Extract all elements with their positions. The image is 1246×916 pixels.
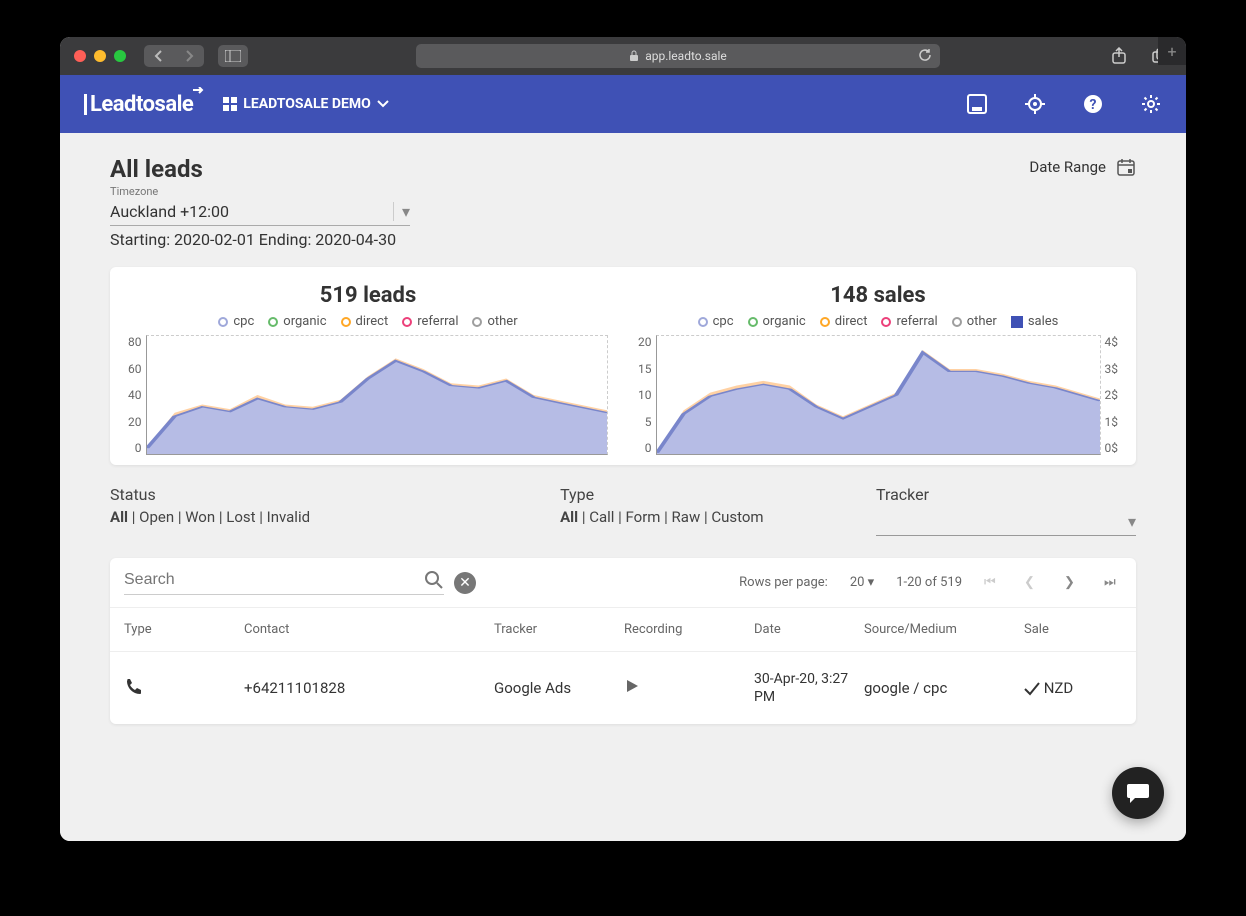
reload-icon[interactable] [918, 48, 932, 65]
nav-buttons [144, 45, 204, 67]
account-selector[interactable]: LEADTOSALE DEMO [223, 96, 388, 112]
legend-item-referral[interactable]: referral [881, 314, 937, 329]
url-text: app.leadto.sale [645, 49, 727, 63]
timezone-label: Timezone [110, 185, 1136, 198]
play-icon[interactable] [624, 678, 640, 694]
sales-legend: cpc organic direct referral other sales [638, 314, 1118, 329]
timezone-select[interactable]: Auckland +12:00 ▾ [110, 198, 410, 226]
sidebar-toggle[interactable] [218, 45, 248, 67]
prev-page-button[interactable]: ❮ [1024, 575, 1042, 590]
maximize-window[interactable] [114, 50, 126, 62]
header-actions: ? [966, 93, 1162, 115]
page-info: 1-20 of 519 [896, 575, 962, 590]
svg-text:?: ? [1090, 97, 1097, 113]
new-tab-button[interactable]: + [1158, 37, 1186, 65]
filters-row: Status All | Open | Won | Lost | Invalid… [110, 485, 1136, 536]
table-row[interactable]: +64211101828 Google Ads 30-Apr-20, 3:27 … [110, 652, 1136, 724]
table-toolbar: ✕ Rows per page: 20 ▾ 1-20 of 519 ⏮ ❮ ❯ … [110, 558, 1136, 607]
chat-launcher[interactable] [1112, 767, 1164, 819]
app-viewport: Leadtosale LEADTOSALE DEMO ? [60, 75, 1186, 841]
legend-item-cpc[interactable]: cpc [698, 314, 734, 329]
tracker-filter: Tracker ▾ [876, 485, 1136, 536]
share-icon[interactable] [1108, 45, 1130, 67]
target-icon[interactable] [1024, 93, 1046, 115]
chat-icon [1125, 780, 1151, 806]
table-header: Type Contact Tracker Recording Date Sour… [110, 607, 1136, 652]
chevron-down-icon [377, 100, 389, 108]
legend-item-direct[interactable]: direct [341, 314, 389, 329]
leads-table: ✕ Rows per page: 20 ▾ 1-20 of 519 ⏮ ❮ ❯ … [110, 558, 1136, 724]
date-range-summary: Starting: 2020-02-01 Ending: 2020-04-30 [110, 230, 1136, 249]
charts-card: 519 leads cpcorganicdirectreferralother … [110, 267, 1136, 465]
gear-icon[interactable] [1140, 93, 1162, 115]
sales-chart: 148 sales cpcorganicdirectreferralothers… [638, 283, 1118, 455]
search-wrap [124, 570, 444, 595]
address-bar[interactable]: app.leadto.sale [416, 44, 940, 68]
last-page-button[interactable]: ⏭ [1104, 575, 1122, 590]
forward-button[interactable] [174, 45, 204, 67]
calendar-icon [1116, 157, 1136, 177]
legend-item-sales[interactable]: sales [1011, 314, 1059, 329]
browser-window: app.leadto.sale + Leadtosale LEADTOSALE … [60, 37, 1186, 841]
grid-icon [223, 97, 237, 111]
legend-item-referral[interactable]: referral [402, 314, 458, 329]
page-title: All leads [110, 155, 1136, 183]
status-filter: Status All | Open | Won | Lost | Invalid [110, 485, 310, 536]
leads-y-axis: 806040200 [128, 335, 146, 455]
window-controls [74, 50, 126, 62]
inbox-icon[interactable] [966, 93, 988, 115]
leads-plot[interactable] [146, 335, 609, 455]
sales-plot[interactable] [656, 335, 1101, 455]
lock-icon [629, 50, 639, 62]
chevron-down-icon: ▾ [393, 202, 410, 221]
type-filter: Type All | Call | Form | Raw | Custom [560, 485, 764, 536]
arrow-right-icon [193, 87, 205, 107]
rows-per-page-select[interactable]: 20 ▾ [850, 575, 874, 590]
type-options[interactable]: All | Call | Form | Raw | Custom [560, 508, 764, 526]
legend-item-direct[interactable]: direct [820, 314, 868, 329]
legend-item-organic[interactable]: organic [748, 314, 806, 329]
search-input[interactable] [124, 571, 414, 589]
leads-chart: 519 leads cpcorganicdirectreferralother … [128, 283, 608, 455]
help-icon[interactable]: ? [1082, 93, 1104, 115]
tracker-select[interactable]: ▾ [876, 508, 1136, 536]
legend-item-cpc[interactable]: cpc [218, 314, 254, 329]
browser-titlebar: app.leadto.sale + [60, 37, 1186, 75]
sales-y-axis-right: 4$3$2$1$0$ [1101, 335, 1119, 455]
minimize-window[interactable] [94, 50, 106, 62]
pagination: Rows per page: 20 ▾ 1-20 of 519 ⏮ ❮ ❯ ⏭ [739, 575, 1122, 590]
date-range-button[interactable]: Date Range [1029, 157, 1136, 177]
check-icon [1024, 682, 1040, 696]
clear-search-button[interactable]: ✕ [454, 572, 476, 594]
leads-legend: cpc organic direct referral other [128, 314, 608, 329]
status-options[interactable]: All | Open | Won | Lost | Invalid [110, 508, 310, 526]
legend-item-organic[interactable]: organic [268, 314, 326, 329]
back-button[interactable] [144, 45, 174, 67]
phone-icon [124, 677, 142, 695]
app-header: Leadtosale LEADTOSALE DEMO ? [60, 75, 1186, 133]
next-page-button[interactable]: ❯ [1064, 575, 1082, 590]
sales-y-axis-left: 20151050 [638, 335, 656, 455]
search-icon[interactable] [424, 570, 444, 590]
close-window[interactable] [74, 50, 86, 62]
brand-logo[interactable]: Leadtosale [84, 92, 205, 117]
first-page-button[interactable]: ⏮ [984, 575, 1002, 590]
legend-item-other[interactable]: other [952, 314, 997, 329]
legend-item-other[interactable]: other [472, 314, 517, 329]
